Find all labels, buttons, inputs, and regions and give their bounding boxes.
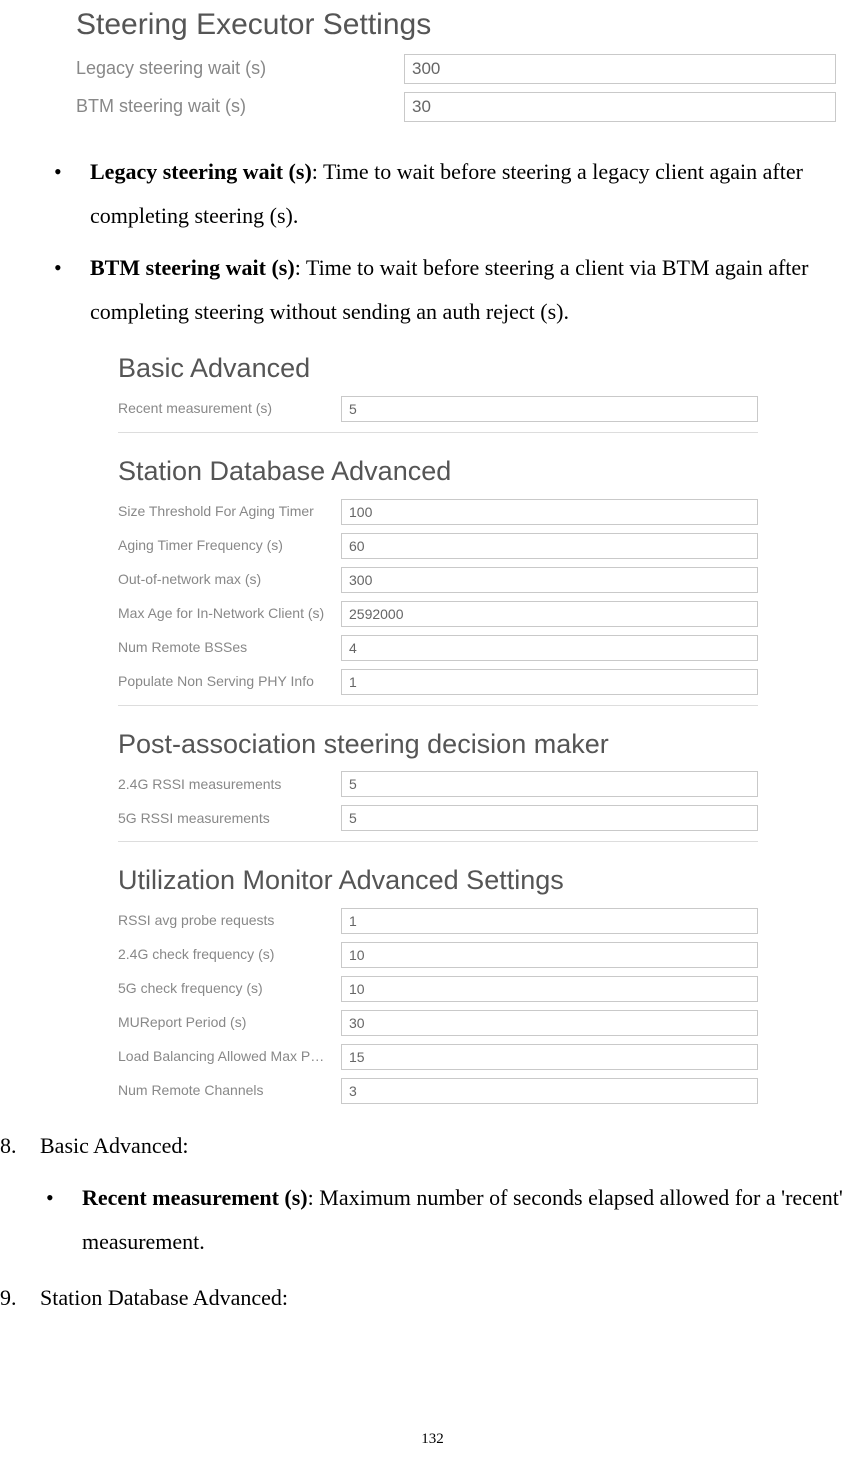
setting-row: 2.4G RSSI measurements [118, 767, 758, 801]
recent-measurement-input[interactable] [341, 396, 758, 422]
setting-label: Populate Non Serving PHY Info [118, 672, 333, 692]
setting-label: Max Age for In-Network Client (s) [118, 604, 333, 624]
out-of-network-max-input[interactable] [341, 567, 758, 593]
setting-label: Out-of-network max (s) [118, 570, 333, 590]
setting-label: Num Remote BSSes [118, 638, 333, 658]
setting-label: Recent measurement (s) [118, 399, 333, 419]
panel-heading: Basic Advanced [118, 346, 758, 388]
utilization-monitor-advanced-panel: Utilization Monitor Advanced Settings RS… [118, 858, 758, 1114]
post-association-steering-panel: Post-association steering decision maker… [118, 722, 758, 849]
populate-non-serving-phy-input[interactable] [341, 669, 758, 695]
bullet-term: Legacy steering wait (s) [90, 159, 312, 184]
num-remote-bsses-input[interactable] [341, 635, 758, 661]
setting-row: 2.4G check frequency (s) [118, 938, 758, 972]
page-number: 132 [0, 1425, 865, 1454]
setting-row: Populate Non Serving PHY Info [118, 665, 758, 699]
setting-label: MUReport Period (s) [118, 1013, 333, 1033]
legacy-steering-wait-input[interactable] [404, 54, 836, 84]
mureport-period-input[interactable] [341, 1010, 758, 1036]
max-age-in-network-client-input[interactable] [341, 601, 758, 627]
num-remote-channels-input[interactable] [341, 1078, 758, 1104]
setting-label: Load Balancing Allowed Max P… [118, 1047, 333, 1067]
bullet-term: BTM steering wait (s) [90, 255, 295, 280]
setting-label: RSSI avg probe requests [118, 911, 333, 931]
numbered-item-9: 9. Station Database Advanced: [0, 1276, 865, 1320]
description-bullets: Legacy steering wait (s): Time to wait b… [0, 150, 865, 334]
setting-row: Legacy steering wait (s) [76, 50, 836, 88]
setting-label: 2.4G RSSI measurements [118, 775, 333, 795]
btm-steering-wait-input[interactable] [404, 92, 836, 122]
setting-row: MUReport Period (s) [118, 1006, 758, 1040]
setting-label: 5G RSSI measurements [118, 809, 333, 829]
setting-label: BTM steering wait (s) [76, 94, 396, 119]
divider [118, 705, 758, 706]
steering-executor-settings-panel: Steering Executor Settings Legacy steeri… [76, 0, 836, 132]
panel-heading: Utilization Monitor Advanced Settings [118, 858, 758, 900]
panel-heading: Post-association steering decision maker [118, 722, 758, 764]
aging-timer-frequency-input[interactable] [341, 533, 758, 559]
rssi-avg-probe-requests-input[interactable] [341, 908, 758, 934]
5g-rssi-measurements-input[interactable] [341, 805, 758, 831]
load-balancing-allowed-max-input[interactable] [341, 1044, 758, 1070]
setting-row: Size Threshold For Aging Timer [118, 495, 758, 529]
bullet-term: Recent measurement (s) [82, 1185, 308, 1210]
setting-row: 5G check frequency (s) [118, 972, 758, 1006]
setting-row: Aging Timer Frequency (s) [118, 529, 758, 563]
panel-heading: Station Database Advanced [118, 449, 758, 491]
item-text: Station Database Advanced: [40, 1285, 288, 1310]
5g-check-frequency-input[interactable] [341, 976, 758, 1002]
size-threshold-aging-timer-input[interactable] [341, 499, 758, 525]
panel-heading: Steering Executor Settings [76, 0, 836, 46]
setting-row: Load Balancing Allowed Max P… [118, 1040, 758, 1074]
24g-rssi-measurements-input[interactable] [341, 771, 758, 797]
station-database-advanced-panel: Station Database Advanced Size Threshold… [118, 449, 758, 712]
setting-label: Legacy steering wait (s) [76, 56, 396, 81]
setting-label: Aging Timer Frequency (s) [118, 536, 333, 556]
setting-row: Max Age for In-Network Client (s) [118, 597, 758, 631]
bullet-recent-measurement: Recent measurement (s): Maximum number o… [40, 1176, 865, 1264]
numbered-item-8: 8. Basic Advanced: Recent measurement (s… [0, 1124, 865, 1264]
setting-row: BTM steering wait (s) [76, 88, 836, 126]
basic-advanced-panel: Basic Advanced Recent measurement (s) [118, 346, 758, 439]
divider [118, 432, 758, 433]
item-number: 9. [0, 1276, 17, 1320]
setting-row: 5G RSSI measurements [118, 801, 758, 835]
bullet-btm-steering-wait: BTM steering wait (s): Time to wait befo… [48, 246, 865, 334]
divider [118, 841, 758, 842]
setting-label: Num Remote Channels [118, 1081, 333, 1101]
setting-label: Size Threshold For Aging Timer [118, 502, 333, 522]
item-text: Basic Advanced: [40, 1133, 188, 1158]
setting-label: 5G check frequency (s) [118, 979, 333, 999]
setting-row: Out-of-network max (s) [118, 563, 758, 597]
setting-row: Num Remote BSSes [118, 631, 758, 665]
item-number: 8. [0, 1124, 17, 1168]
24g-check-frequency-input[interactable] [341, 942, 758, 968]
setting-label: 2.4G check frequency (s) [118, 945, 333, 965]
setting-row: Recent measurement (s) [118, 392, 758, 426]
numbered-list: 8. Basic Advanced: Recent measurement (s… [0, 1124, 865, 1320]
setting-row: RSSI avg probe requests [118, 904, 758, 938]
bullet-legacy-steering-wait: Legacy steering wait (s): Time to wait b… [48, 150, 865, 238]
setting-row: Num Remote Channels [118, 1074, 758, 1108]
